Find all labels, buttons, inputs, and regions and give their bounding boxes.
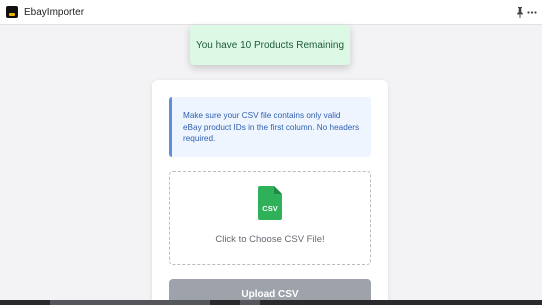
csv-file-dropzone[interactable]: CSV Click to Choose CSV File! — [169, 171, 371, 265]
app-logo-icon — [6, 6, 18, 18]
csv-icon-label: CSV — [262, 204, 277, 213]
csv-file-icon: CSV — [258, 186, 282, 220]
taskbar-segment — [50, 300, 210, 305]
window-title: EbayImporter — [24, 6, 85, 18]
upload-card: Make sure your CSV file contains only va… — [152, 80, 388, 305]
dropzone-label: Click to Choose CSV File! — [215, 234, 325, 245]
info-message: Make sure your CSV file contains only va… — [183, 111, 360, 143]
title-bar: EbayImporter — [0, 0, 542, 25]
taskbar-segment — [240, 300, 260, 305]
remaining-products-toast: You have 10 Products Remaining — [190, 25, 350, 65]
more-options-icon[interactable] — [527, 11, 537, 14]
taskbar-strip — [0, 300, 542, 305]
toast-message: You have 10 Products Remaining — [195, 39, 345, 51]
pin-icon[interactable] — [515, 6, 525, 19]
info-alert: Make sure your CSV file contains only va… — [169, 97, 371, 157]
